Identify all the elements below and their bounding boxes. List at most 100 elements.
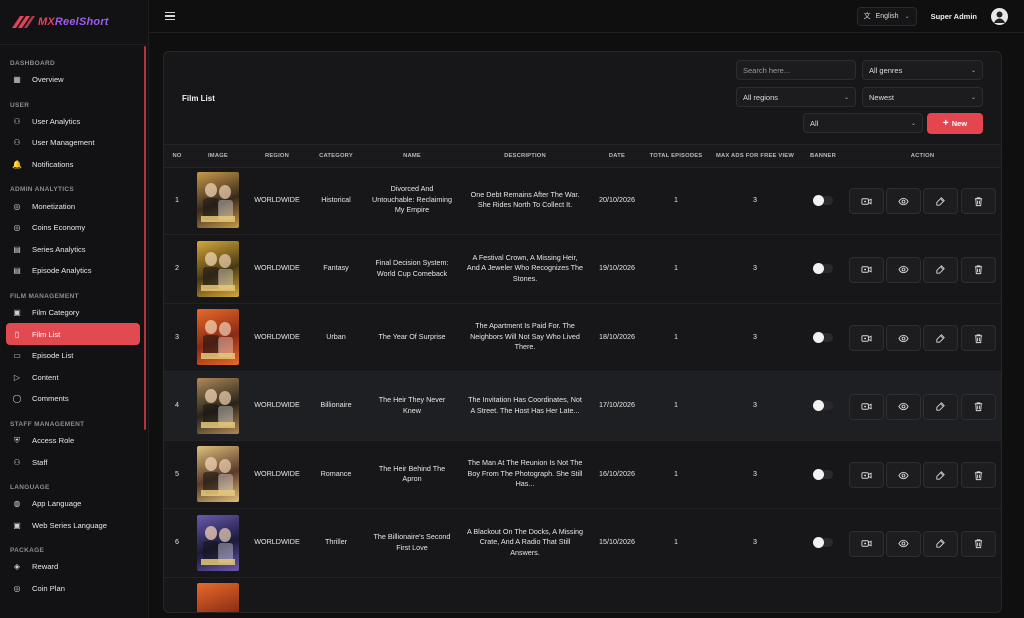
new-film-button[interactable]: + New bbox=[927, 113, 983, 134]
cell-date: 19/10/2026 bbox=[590, 235, 644, 303]
sidebar-item-access-role[interactable]: ⛨ Access Role bbox=[6, 430, 140, 452]
delete-button[interactable] bbox=[961, 393, 996, 420]
sidebar-item-film-category[interactable]: ▣ Film Category bbox=[6, 302, 140, 324]
view-button[interactable] bbox=[886, 256, 921, 283]
sidebar-item-episode-analytics[interactable]: ▤ Episode Analytics bbox=[6, 260, 140, 282]
table-row[interactable]: 4 WORLDWIDE Billionaire The Heir They Never… bbox=[164, 371, 1001, 441]
sidebar-item-content[interactable]: ▷ Content bbox=[6, 367, 140, 389]
status-select[interactable]: All ⌄ bbox=[803, 113, 923, 133]
cell-region: WORLDWIDE bbox=[246, 235, 308, 303]
cell-description: A Festival Crown, A Missing Heir, And A … bbox=[460, 235, 590, 303]
film-poster-image[interactable] bbox=[197, 514, 239, 571]
view-button[interactable] bbox=[886, 188, 921, 214]
delete-button[interactable] bbox=[961, 325, 996, 351]
edit-button[interactable] bbox=[923, 393, 958, 420]
cell-text: The Heir They Never Knew bbox=[378, 395, 446, 415]
grid-icon: ▦ bbox=[13, 75, 21, 85]
film-poster-image[interactable] bbox=[197, 172, 239, 228]
delete-button[interactable] bbox=[961, 256, 996, 283]
sidebar-item-staff[interactable]: ⚇ Staff bbox=[6, 451, 140, 473]
cell-date: 16/10/2026 bbox=[590, 440, 644, 508]
manage-episodes-button[interactable] bbox=[849, 188, 884, 214]
edit-button[interactable] bbox=[923, 188, 958, 214]
sidebar-item-label: User Analytics bbox=[32, 116, 81, 126]
sidebar-item-user-analytics[interactable]: ⚇ User Analytics bbox=[6, 111, 140, 133]
sidebar-item-film-list[interactable]: ▯ Film List bbox=[6, 323, 140, 345]
menu-toggle-icon[interactable] bbox=[165, 12, 175, 20]
table-row[interactable]: 2 WORLDWIDE Fantasy Final Decision System: … bbox=[164, 235, 1001, 304]
manage-episodes-button[interactable] bbox=[849, 325, 884, 351]
edit-button[interactable] bbox=[923, 325, 958, 351]
banner-toggle[interactable] bbox=[813, 331, 833, 343]
edit-button[interactable] bbox=[923, 256, 958, 283]
sidebar-item-episode-list[interactable]: ▭ Episode List bbox=[6, 345, 140, 367]
sidebar-item-notifications[interactable]: 🔔 Notifications bbox=[6, 154, 140, 176]
cell-name: The Billionaire's Second First Love bbox=[364, 509, 460, 577]
film-poster-image[interactable] bbox=[197, 240, 239, 297]
delete-button[interactable] bbox=[961, 530, 996, 557]
delete-icon bbox=[974, 402, 983, 412]
nav-section-title: FILM MANAGEMENT bbox=[10, 292, 79, 300]
brand-logo[interactable]: MXReelShort bbox=[0, 0, 148, 45]
table-row[interactable]: 5 WORLDWIDE Romance The Heir Behind The Apr… bbox=[164, 440, 1001, 509]
table-row[interactable]: 6 WORLDWIDE Thriller The Billionaire's Seco… bbox=[164, 509, 1001, 578]
sidebar-item-monetization[interactable]: ◎ Monetization bbox=[6, 195, 140, 217]
sidebar-scroll-indicator[interactable] bbox=[144, 46, 146, 430]
cell-text: A Blackout On The Docks, A Missing Crate… bbox=[466, 526, 584, 557]
banner-cell bbox=[802, 303, 844, 371]
sidebar-item-coin-plan[interactable]: ◎ Coin Plan bbox=[6, 578, 140, 600]
banner-toggle[interactable] bbox=[813, 263, 833, 274]
region-select[interactable]: All regions ⌄ bbox=[736, 87, 856, 107]
cell-text: 2 bbox=[175, 263, 179, 273]
search-input[interactable]: Search here... bbox=[736, 60, 856, 80]
edit-icon bbox=[936, 333, 945, 343]
banner-toggle[interactable] bbox=[813, 468, 833, 480]
cell-text: Thriller bbox=[325, 537, 347, 547]
language-selector[interactable]: 文 English ⌄ bbox=[856, 6, 917, 26]
sidebar-item-coins-economy[interactable]: ◎ Coins Economy bbox=[6, 217, 140, 239]
cell-description: A Blackout On The Docks, A Missing Crate… bbox=[460, 509, 590, 577]
sidebar-item-label: Monetization bbox=[32, 201, 76, 211]
sidebar-item-series-analytics[interactable]: ▤ Series Analytics bbox=[6, 239, 140, 261]
cell-text: Fantasy bbox=[323, 263, 349, 273]
banner-toggle[interactable] bbox=[813, 400, 833, 411]
manage-episodes-button[interactable] bbox=[849, 256, 884, 283]
user-avatar-icon[interactable] bbox=[991, 7, 1008, 25]
manage-episodes-button[interactable] bbox=[849, 530, 884, 557]
manage-episodes-button[interactable] bbox=[849, 393, 884, 420]
cell-text: A Festival Crown, A Missing Heir, And A … bbox=[466, 252, 584, 283]
manage-episodes-button[interactable] bbox=[849, 462, 884, 488]
film-poster-image[interactable] bbox=[197, 309, 239, 365]
view-button[interactable] bbox=[886, 462, 921, 488]
cell-episodes: 1 bbox=[644, 303, 708, 371]
banner-toggle[interactable] bbox=[813, 537, 833, 548]
view-icon bbox=[898, 334, 909, 342]
film-poster-image[interactable] bbox=[197, 446, 239, 502]
sidebar-item-comments[interactable]: ◯ Comments bbox=[6, 388, 140, 410]
nav-section-title: STAFF MANAGEMENT bbox=[10, 420, 85, 428]
cell-text: 3 bbox=[753, 263, 757, 273]
sidebar-item-reward[interactable]: ◈ Reward bbox=[6, 556, 140, 578]
sidebar-item-web-series-language[interactable]: ▣ Web Series Language bbox=[6, 515, 140, 537]
delete-button[interactable] bbox=[961, 188, 996, 214]
edit-button[interactable] bbox=[923, 530, 958, 557]
table-row[interactable]: 1 WORLDWIDE Historical Divorced And Untouch… bbox=[164, 166, 1001, 235]
table-row[interactable]: 3 WORLDWIDE Urban The Year Of Surprise The A… bbox=[164, 303, 1001, 372]
view-button[interactable] bbox=[886, 530, 921, 557]
banner-toggle[interactable] bbox=[813, 194, 833, 206]
delete-icon bbox=[974, 470, 983, 480]
sidebar-item-app-language[interactable]: ◍ App Language bbox=[6, 493, 140, 515]
delete-button[interactable] bbox=[961, 462, 996, 488]
sidebar-item-overview[interactable]: ▦ Overview bbox=[6, 69, 140, 91]
view-button[interactable] bbox=[886, 393, 921, 420]
manage-episodes-icon bbox=[861, 471, 872, 479]
sort-select[interactable]: Newest ⌄ bbox=[862, 87, 983, 107]
film-poster-image[interactable] bbox=[197, 583, 239, 612]
genre-select[interactable]: All genres ⌄ bbox=[862, 60, 983, 80]
table-row[interactable] bbox=[164, 577, 1001, 612]
sidebar-item-user-management[interactable]: ⚇ User Management bbox=[6, 132, 140, 154]
view-button[interactable] bbox=[886, 325, 921, 351]
edit-button[interactable] bbox=[923, 462, 958, 488]
edit-icon bbox=[936, 196, 945, 206]
film-poster-image[interactable] bbox=[197, 377, 239, 434]
